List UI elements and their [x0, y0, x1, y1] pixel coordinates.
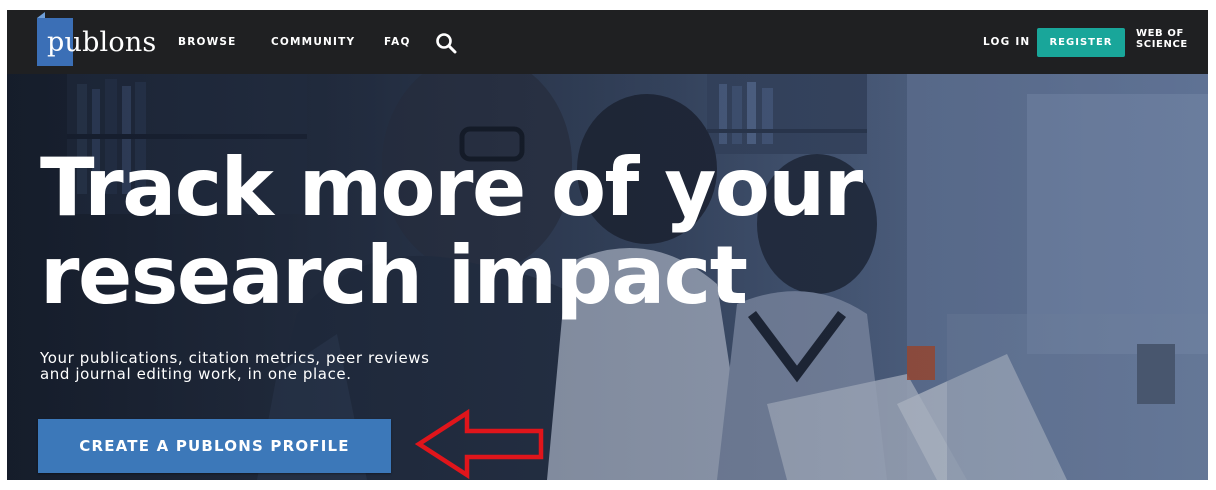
top-navbar: publons BROWSE COMMUNITY FAQ LOG IN REGI…: [7, 10, 1208, 74]
subtitle-line-1: Your publications, citation metrics, pee…: [40, 349, 430, 367]
subtitle-line-2: and journal editing work, in one place.: [40, 365, 352, 383]
headline-line-1: Track more of your: [40, 141, 863, 234]
create-profile-button[interactable]: CREATE A PUBLONS PROFILE: [38, 419, 391, 473]
nav-community-link[interactable]: COMMUNITY: [271, 10, 355, 74]
hero-banner: Track more of your research impact Your …: [7, 74, 1208, 480]
register-button[interactable]: REGISTER: [1037, 28, 1125, 57]
red-arrow-left-icon: [415, 409, 544, 479]
login-link[interactable]: LOG IN: [983, 10, 1030, 74]
wos-line-1: WEB OF: [1136, 28, 1184, 39]
nav-faq-link[interactable]: FAQ: [384, 10, 411, 74]
wos-line-2: SCIENCE: [1136, 39, 1188, 50]
hero-subtitle: Your publications, citation metrics, pee…: [40, 350, 560, 382]
search-icon[interactable]: [435, 32, 457, 54]
logo-text: publons: [47, 26, 157, 58]
hero-headline: Track more of your research impact: [40, 144, 940, 320]
web-of-science-link[interactable]: WEB OF SCIENCE: [1136, 28, 1196, 50]
nav-browse-link[interactable]: BROWSE: [178, 10, 237, 74]
publons-logo[interactable]: publons: [37, 10, 157, 74]
headline-line-2: research impact: [40, 229, 748, 322]
page-frame: publons BROWSE COMMUNITY FAQ LOG IN REGI…: [7, 10, 1208, 480]
